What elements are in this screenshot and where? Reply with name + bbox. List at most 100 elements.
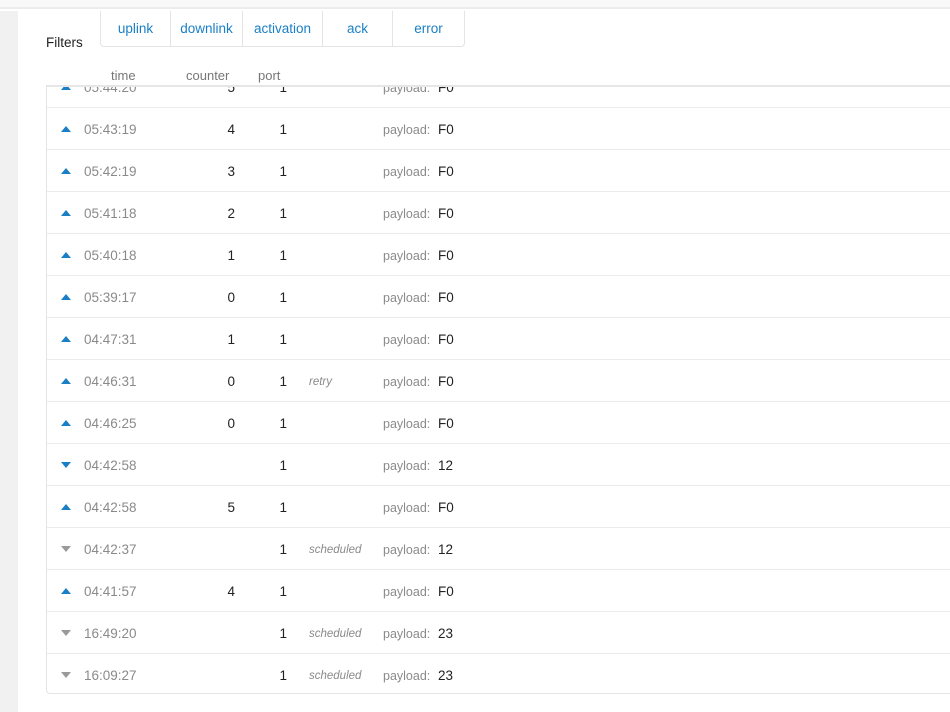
scheduled-downlink-arrow-icon (61, 630, 71, 636)
message-row[interactable]: 05:39:17 0 1 payload: F0 (47, 276, 950, 318)
payload-value: F0 (438, 248, 454, 263)
message-time: 04:46:25 (84, 416, 137, 431)
message-port: 1 (279, 332, 287, 347)
messages-list: 05:44:20 5 1 payload: F0 05:43:19 4 1 payload: F0… (47, 85, 950, 693)
message-row[interactable]: 05:41:18 2 1 payload: F0 (47, 192, 950, 234)
message-row[interactable]: 16:09:27 1 scheduled payload: 23 (47, 654, 950, 693)
message-counter: 4 (227, 584, 235, 599)
payload-value: F0 (438, 290, 454, 305)
message-time: 04:41:57 (84, 584, 137, 599)
message-row[interactable]: 04:42:58 5 1 payload: F0 (47, 486, 950, 528)
message-port: 1 (279, 206, 287, 221)
filter-tabs: uplink downlink activation ack error (100, 11, 465, 47)
payload-value: 23 (438, 668, 454, 683)
payload-value: F0 (438, 85, 454, 95)
message-row[interactable]: 04:47:31 1 1 payload: F0 (47, 318, 950, 360)
message-counter: 3 (227, 164, 235, 179)
payload-value: 12 (438, 542, 454, 557)
message-time: 16:49:20 (84, 626, 137, 641)
filter-tab-activation[interactable]: activation (243, 11, 323, 46)
top-bar (0, 0, 950, 9)
message-counter: 5 (227, 85, 235, 95)
message-time: 04:42:58 (84, 458, 137, 473)
payload-label: payload: (383, 669, 431, 683)
payload-label: payload: (383, 459, 431, 473)
message-port: 1 (279, 290, 287, 305)
uplink-arrow-icon (61, 168, 71, 174)
message-row[interactable]: 16:49:20 1 scheduled payload: 23 (47, 612, 950, 654)
payload-value: F0 (438, 164, 454, 179)
payload-label: payload: (383, 85, 431, 95)
message-port: 1 (279, 626, 287, 641)
column-headers: time counter port (46, 68, 346, 84)
message-row[interactable]: 04:42:37 1 scheduled payload: 12 (47, 528, 950, 570)
message-time: 04:46:31 (84, 374, 137, 389)
payload-value: F0 (438, 122, 454, 137)
message-counter: 0 (227, 374, 235, 389)
message-counter: 1 (227, 248, 235, 263)
message-row[interactable]: 05:42:19 3 1 payload: F0 (47, 150, 950, 192)
message-time: 05:41:18 (84, 206, 137, 221)
payload-value: 12 (438, 458, 454, 473)
message-counter: 5 (227, 500, 235, 515)
message-note: retry (309, 376, 332, 388)
payload-label: payload: (383, 501, 431, 515)
filter-tab-ack[interactable]: ack (323, 11, 393, 46)
payload-label: payload: (383, 417, 431, 431)
message-time: 04:47:31 (84, 332, 137, 347)
payload-label: payload: (383, 207, 431, 221)
message-time: 04:42:58 (84, 500, 137, 515)
message-note: scheduled (309, 670, 362, 682)
message-counter: 0 (227, 416, 235, 431)
payload-value: F0 (438, 332, 454, 347)
downlink-arrow-icon (61, 462, 71, 468)
uplink-arrow-icon (61, 420, 71, 426)
message-port: 1 (279, 374, 287, 389)
message-row[interactable]: 04:46:25 0 1 payload: F0 (47, 402, 950, 444)
message-time: 05:42:19 (84, 164, 137, 179)
payload-label: payload: (383, 333, 431, 347)
payload-value: F0 (438, 500, 454, 515)
filter-tab-uplink[interactable]: uplink (101, 11, 171, 46)
message-row[interactable]: 05:44:20 5 1 payload: F0 (47, 85, 950, 108)
uplink-arrow-icon (61, 336, 71, 342)
message-counter: 4 (227, 122, 235, 137)
message-port: 1 (279, 458, 287, 473)
message-row[interactable]: 04:46:31 0 1 retry payload: F0 (47, 360, 950, 402)
message-time: 04:42:37 (84, 542, 137, 557)
scheduled-downlink-arrow-icon (61, 546, 71, 552)
message-row[interactable]: 04:42:58 1 payload: 12 (47, 444, 950, 486)
payload-value: 23 (438, 626, 454, 641)
uplink-arrow-icon (61, 252, 71, 258)
payload-label: payload: (383, 585, 431, 599)
uplink-arrow-icon (61, 378, 71, 384)
left-gutter (0, 11, 18, 712)
message-counter: 2 (227, 206, 235, 221)
uplink-arrow-icon (61, 210, 71, 216)
message-row[interactable]: 05:43:19 4 1 payload: F0 (47, 108, 950, 150)
message-port: 1 (279, 668, 287, 683)
uplink-arrow-icon (61, 126, 71, 132)
payload-label: payload: (383, 165, 431, 179)
message-row[interactable]: 04:41:57 4 1 payload: F0 (47, 570, 950, 612)
message-port: 1 (279, 584, 287, 599)
filter-tab-error[interactable]: error (393, 11, 464, 46)
message-port: 1 (279, 542, 287, 557)
messages-table[interactable]: 05:44:20 5 1 payload: F0 05:43:19 4 1 payload: F0… (46, 85, 950, 694)
column-header-time: time (111, 68, 136, 83)
message-time: 05:40:18 (84, 248, 137, 263)
message-note: scheduled (309, 628, 362, 640)
message-time: 05:44:20 (84, 85, 137, 95)
payload-value: F0 (438, 416, 454, 431)
payload-value: F0 (438, 374, 454, 389)
payload-value: F0 (438, 206, 454, 221)
filters-label: Filters (46, 35, 83, 50)
message-port: 1 (279, 248, 287, 263)
message-time: 05:43:19 (84, 122, 137, 137)
payload-label: payload: (383, 375, 431, 389)
message-counter: 1 (227, 332, 235, 347)
payload-label: payload: (383, 543, 431, 557)
message-row[interactable]: 05:40:18 1 1 payload: F0 (47, 234, 950, 276)
filter-tab-downlink[interactable]: downlink (171, 11, 243, 46)
uplink-arrow-icon (61, 294, 71, 300)
